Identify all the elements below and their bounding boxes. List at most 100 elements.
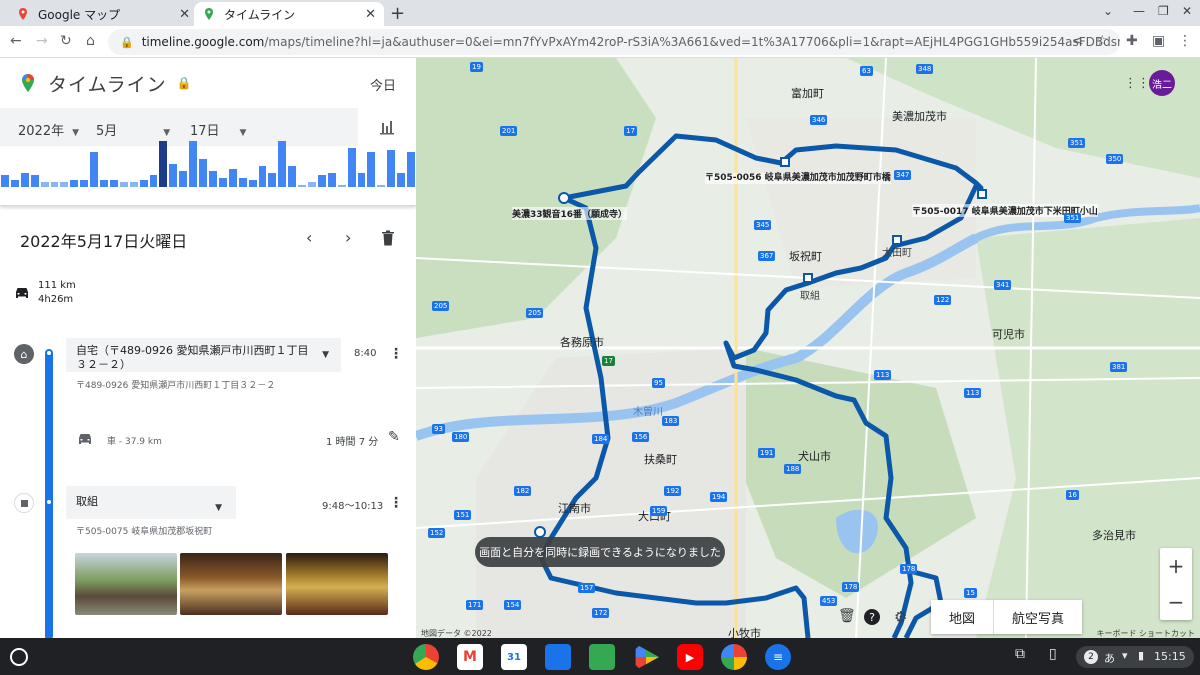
photo-thumbnail[interactable]: [75, 553, 177, 615]
histogram-bar[interactable]: [109, 180, 118, 187]
histogram-bar[interactable]: [189, 141, 198, 187]
forward-icon[interactable]: →: [36, 33, 48, 49]
play-store-app-icon[interactable]: [635, 644, 659, 670]
keyboard-shortcuts-link[interactable]: キーボード ショートカット: [1096, 628, 1195, 638]
histogram-bar[interactable]: [149, 175, 158, 187]
gmail-app-icon[interactable]: M: [457, 644, 483, 670]
close-tab-icon[interactable]: ✕: [365, 7, 376, 22]
histogram-bar[interactable]: [129, 182, 138, 187]
map-view[interactable]: 富加町 美濃加茂市 坂祝町 各務原市 可児市 扶桑町 犬山市 江南市 大口町 小…: [416, 58, 1200, 638]
histogram-bar[interactable]: [397, 173, 406, 187]
bookmark-star-icon[interactable]: ☆: [1096, 33, 1109, 49]
more-options-icon[interactable]: ⋮: [389, 495, 403, 511]
extensions-icon[interactable]: ✚: [1126, 33, 1138, 49]
new-tab-icon[interactable]: +: [390, 3, 405, 24]
help-icon[interactable]: ?: [864, 609, 880, 625]
histogram-bar[interactable]: [30, 175, 39, 187]
histogram-bar[interactable]: [100, 180, 108, 187]
histogram-bar[interactable]: [268, 173, 277, 187]
browser-menu-icon[interactable]: ⋮: [1178, 33, 1192, 49]
histogram-bar[interactable]: [298, 185, 307, 187]
histogram-bar[interactable]: [377, 185, 386, 187]
histogram-bar[interactable]: [199, 159, 207, 187]
home-icon[interactable]: ⌂: [86, 33, 95, 49]
histogram-bar[interactable]: [327, 173, 336, 187]
reload-icon[interactable]: ↻: [60, 33, 72, 49]
histogram-bar[interactable]: [139, 180, 148, 187]
histogram-bar[interactable]: [347, 148, 356, 187]
zoom-out-button[interactable]: −: [1160, 584, 1192, 620]
histogram-bar[interactable]: [337, 185, 346, 187]
restore-icon[interactable]: ❐: [1158, 4, 1169, 18]
activity-histogram[interactable]: [0, 141, 416, 206]
side-panel-icon[interactable]: ▣: [1152, 33, 1165, 49]
month-select[interactable]: 5月 ▼: [96, 120, 170, 139]
year-select[interactable]: 2022年 ▼: [18, 120, 79, 139]
histogram-bar[interactable]: [308, 182, 316, 187]
photos-app-icon[interactable]: [721, 644, 747, 670]
histogram-bar[interactable]: [288, 166, 297, 187]
histogram-bar[interactable]: [278, 141, 287, 187]
tab-google-maps[interactable]: Google マップ ✕: [8, 2, 198, 26]
photo-thumbnail[interactable]: [286, 553, 388, 615]
histogram-bar[interactable]: [169, 164, 178, 187]
chat-app-icon[interactable]: ≡: [765, 644, 791, 670]
histogram-bar[interactable]: [60, 182, 69, 187]
histogram-bar[interactable]: [119, 182, 128, 187]
settings-gear-icon[interactable]: ⚙: [894, 608, 907, 626]
histogram-bar[interactable]: [209, 171, 217, 187]
histogram-bar[interactable]: [258, 166, 267, 187]
minimize-icon[interactable]: —: [1133, 4, 1145, 18]
window-close-icon[interactable]: ✕: [1182, 4, 1192, 18]
histogram-bar[interactable]: [50, 182, 59, 187]
histogram-bar[interactable]: [317, 175, 326, 187]
address-bar[interactable]: 🔒 timeline.google.com/maps/timeline?hl=j…: [108, 29, 1120, 55]
histogram-bar[interactable]: [387, 150, 396, 187]
zoom-in-button[interactable]: +: [1160, 548, 1192, 584]
today-button[interactable]: 今日: [370, 75, 396, 94]
edit-activity-icon[interactable]: ✎: [388, 429, 400, 445]
stats-button[interactable]: [358, 108, 416, 146]
youtube-app-icon[interactable]: ▶: [677, 644, 703, 670]
histogram-bar[interactable]: [20, 173, 29, 187]
files-app-icon[interactable]: [545, 644, 571, 670]
back-icon[interactable]: ←: [10, 33, 22, 49]
histogram-bar[interactable]: [179, 171, 188, 187]
day-select[interactable]: 17日 ▼: [190, 120, 246, 139]
histogram-bar[interactable]: [357, 173, 366, 187]
meet-app-icon[interactable]: [589, 644, 615, 670]
histogram-bar[interactable]: [80, 180, 89, 187]
home-visit-card[interactable]: 自宅（〒489-0926 愛知県瀬戸市川西町１丁目３２－２） ▼: [66, 338, 341, 372]
histogram-bar[interactable]: [407, 152, 415, 187]
histogram-bar[interactable]: [248, 180, 257, 187]
histogram-bar[interactable]: [70, 180, 79, 187]
visit2-card[interactable]: 取組 ▼: [66, 486, 236, 519]
photo-thumbnail[interactable]: [180, 553, 282, 615]
tab-timeline[interactable]: タイムライン ✕: [194, 2, 384, 26]
account-avatar[interactable]: 浩二: [1149, 70, 1175, 96]
histogram-bar[interactable]: [159, 141, 168, 187]
histogram-bar[interactable]: [367, 152, 376, 187]
histogram-bar[interactable]: [1, 175, 9, 187]
share-icon[interactable]: ⋖: [1072, 33, 1084, 49]
delete-day-icon[interactable]: [381, 230, 395, 246]
launcher-icon[interactable]: [10, 648, 28, 666]
tab-search-icon[interactable]: ⌄: [1103, 4, 1113, 18]
status-tray[interactable]: 2 あ ▾ ▮ 15:15: [1076, 646, 1194, 668]
phone-hub-icon[interactable]: ▯: [1049, 646, 1057, 662]
chrome-app-icon[interactable]: [413, 644, 439, 670]
close-tab-icon[interactable]: ✕: [179, 7, 190, 22]
trash-icon[interactable]: 🗑: [838, 608, 856, 624]
route-shield: 93: [432, 424, 445, 434]
histogram-bar[interactable]: [238, 178, 247, 187]
histogram-bar[interactable]: [90, 152, 99, 187]
histogram-bar[interactable]: [40, 182, 49, 187]
more-options-icon[interactable]: ⋮: [389, 346, 403, 362]
histogram-bar[interactable]: [218, 178, 227, 187]
histogram-bar[interactable]: [228, 169, 237, 187]
next-day-icon[interactable]: ›: [345, 228, 351, 247]
histogram-bar[interactable]: [10, 180, 19, 187]
screen-capture-icon[interactable]: ⧉: [1015, 646, 1025, 662]
calendar-app-icon[interactable]: 31: [501, 644, 527, 670]
previous-day-icon[interactable]: ‹: [306, 228, 312, 247]
